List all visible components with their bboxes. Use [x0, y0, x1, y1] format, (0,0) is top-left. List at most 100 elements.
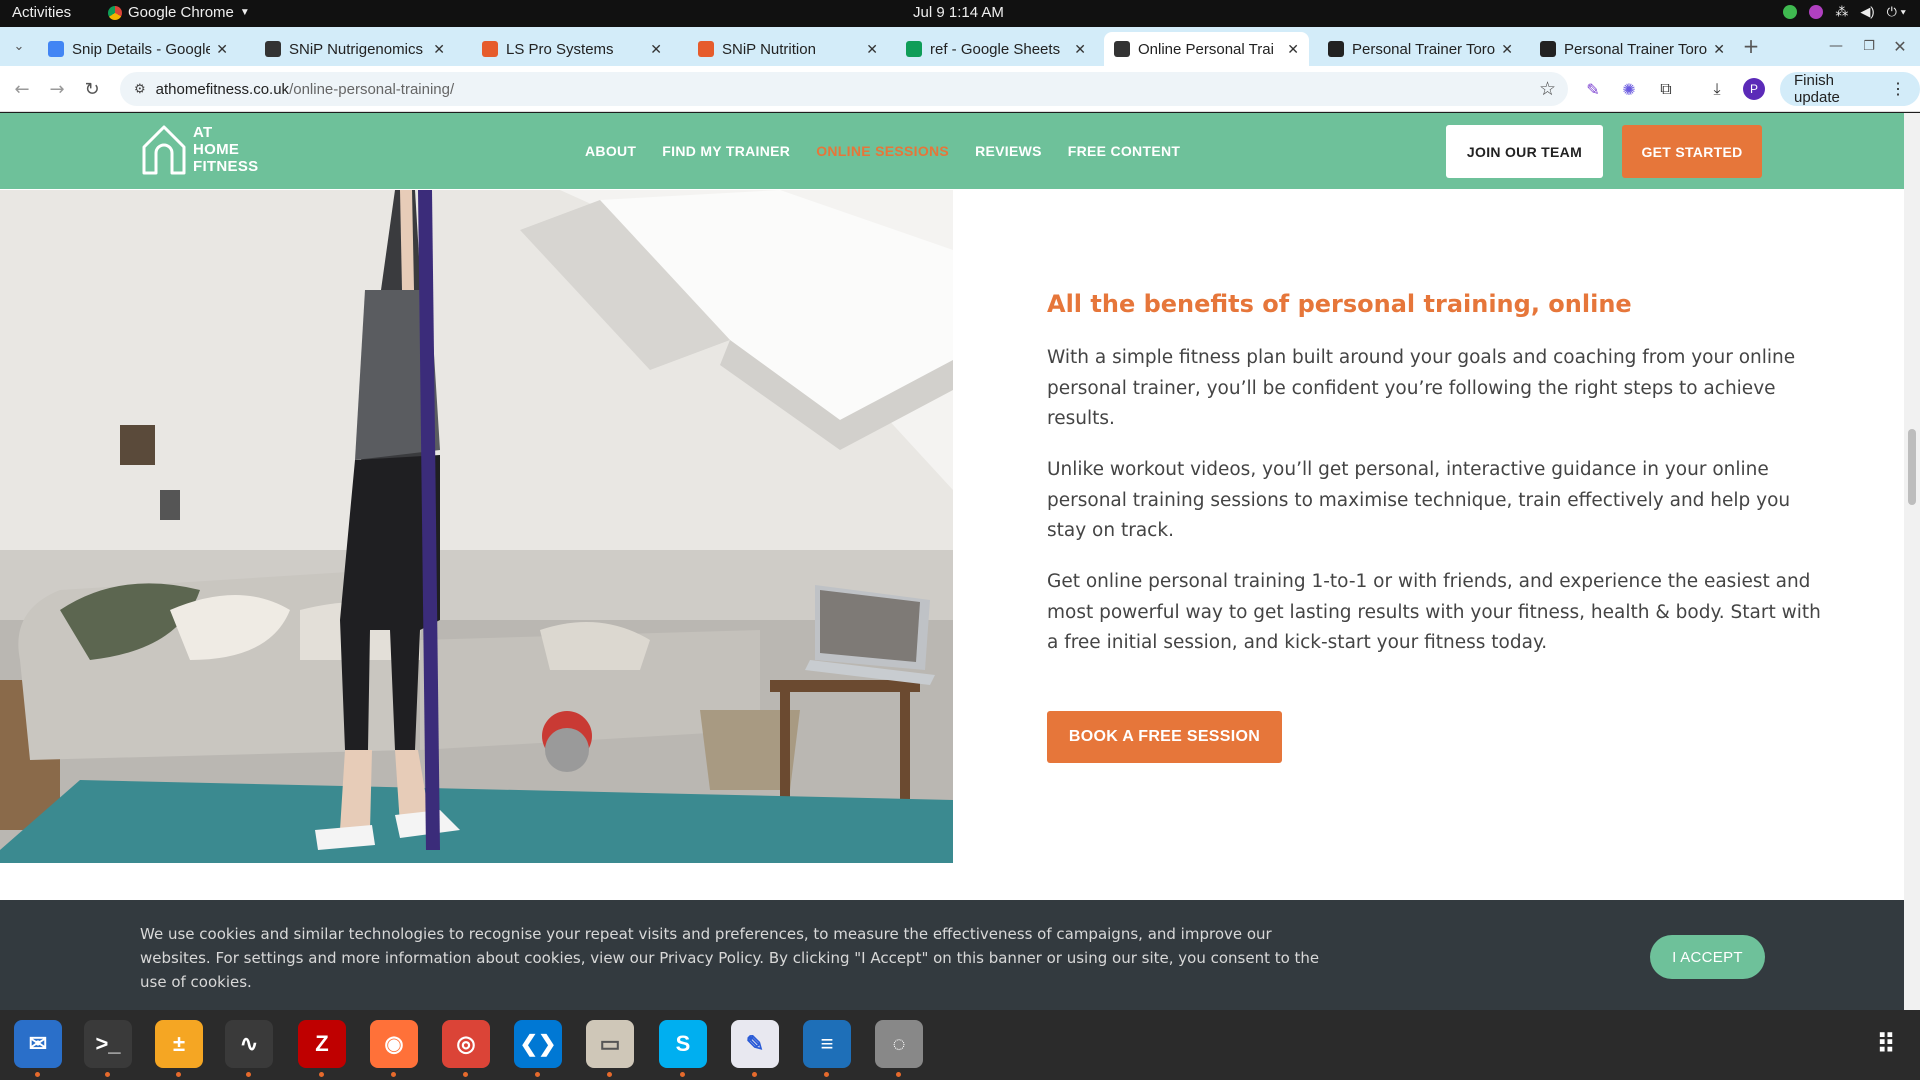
close-tab-icon[interactable]: ✕ — [1287, 41, 1299, 58]
logo-text: AT HOME FITNESS — [193, 124, 258, 175]
accept-cookies-button[interactable]: I ACCEPT — [1650, 935, 1765, 979]
athome-icon — [1114, 41, 1130, 57]
snip-icon — [265, 41, 281, 57]
tab-title: ref - Google Sheets — [930, 40, 1061, 58]
nav-item-online-sessions[interactable]: ONLINE SESSIONS — [816, 143, 949, 159]
close-tab-icon[interactable]: ✕ — [1501, 41, 1513, 58]
nav-item-free-content[interactable]: FREE CONTENT — [1068, 143, 1181, 159]
tab-search-icon[interactable]: ⌄ — [6, 33, 32, 59]
caret-down-icon: ▼ — [239, 7, 250, 18]
finish-update-button[interactable]: Finish update ⋮ — [1780, 72, 1920, 106]
network-icon: ⁂ — [1835, 4, 1849, 19]
power-icon: ⏻ ▾ — [1886, 4, 1906, 19]
tab-title: LS Pro Systems — [506, 40, 614, 58]
chrome-small-icon — [108, 5, 122, 20]
system-tray[interactable]: ⁂ ◀) ⏻ ▾ — [1783, 4, 1906, 20]
house-logo-icon — [142, 125, 186, 175]
back-icon[interactable]: ← — [9, 76, 35, 102]
running-indicator — [319, 1072, 324, 1077]
tab-5[interactable]: Online Personal Trai ✕ — [1104, 32, 1309, 66]
terminal-icon[interactable]: >_ — [84, 1020, 132, 1068]
paragraph-get-started: Get online personal training 1-to-1 or w… — [1047, 571, 1821, 653]
tab-6[interactable]: Personal Trainer Toro ✕ — [1318, 32, 1523, 66]
close-tab-icon[interactable]: ✕ — [1713, 41, 1725, 58]
running-indicator — [176, 1072, 181, 1077]
running-indicator — [752, 1072, 757, 1077]
files-icon[interactable]: ▭ — [586, 1020, 634, 1068]
restore-icon[interactable]: ❐ — [1856, 33, 1882, 59]
hero-photo — [0, 190, 953, 863]
book-free-session-button[interactable]: BOOK A FREE SESSION — [1047, 711, 1282, 763]
running-indicator — [680, 1072, 685, 1077]
running-indicator — [105, 1072, 110, 1077]
chrome-icon[interactable]: ◎ — [442, 1020, 490, 1068]
writer-icon[interactable]: ≡ — [803, 1020, 851, 1068]
calculator-icon[interactable]: ± — [155, 1020, 203, 1068]
firefox-icon[interactable]: ◉ — [370, 1020, 418, 1068]
url-domain: athomefitness.co.uk — [155, 80, 290, 98]
close-window-icon[interactable]: ✕ — [1887, 33, 1913, 59]
app-menu[interactable]: Google Chrome ▼ — [108, 4, 250, 21]
sparkle-extension-icon[interactable]: ✺ — [1618, 78, 1640, 100]
close-tab-icon[interactable]: ✕ — [1074, 41, 1086, 58]
running-indicator — [607, 1072, 612, 1077]
dock: ✉ >_ ± ∿ Z ◉ ◎ ❮❯ ▭ S ✎ ≡ ◌ ⠿ — [0, 1010, 1920, 1080]
running-indicator — [35, 1072, 40, 1077]
page-scrollbar[interactable] — [1904, 113, 1920, 1010]
running-indicator — [246, 1072, 251, 1077]
show-apps-grid-icon[interactable]: ⠿ — [1862, 1020, 1910, 1068]
close-tab-icon[interactable]: ✕ — [866, 41, 878, 58]
site-logo[interactable]: AT HOME FITNESS — [141, 123, 258, 175]
nav-item-about[interactable]: ABOUT — [585, 143, 636, 159]
address-bar[interactable]: ⚙ athomefitness.co.uk/online-personal-tr… — [120, 72, 1568, 106]
forward-icon[interactable]: → — [44, 76, 70, 102]
tab-title: Snip Details - Google — [72, 40, 211, 58]
tab-7[interactable]: Personal Trainer Toro ✕ — [1530, 32, 1735, 66]
kebab-menu-icon: ⋮ — [1890, 81, 1906, 98]
nav-item-find-my-trainer[interactable]: FIND MY TRAINER — [662, 143, 790, 159]
tab-strip: ⌄ Snip Details - Google ✕ SNiP Nutrigenomi… — [0, 27, 1920, 66]
bookmark-star-icon[interactable]: ☆ — [1539, 78, 1556, 101]
tab-2[interactable]: LS Pro Systems ✕ — [472, 32, 672, 66]
skype-icon[interactable]: S — [659, 1020, 707, 1068]
app-menu-label: Google Chrome — [128, 4, 234, 21]
profile-avatar[interactable]: P — [1743, 78, 1765, 100]
nav-item-reviews[interactable]: REVIEWS — [975, 143, 1042, 159]
thunderbird-icon[interactable]: ✉ — [14, 1020, 62, 1068]
vscode-icon[interactable]: ❮❯ — [514, 1020, 562, 1068]
fs-icon — [1328, 41, 1344, 57]
close-tab-icon[interactable]: ✕ — [650, 41, 662, 58]
disk-icon[interactable]: ◌ — [875, 1020, 923, 1068]
tab-4[interactable]: ref - Google Sheets ✕ — [896, 32, 1096, 66]
logo-line-3: FITNESS — [193, 157, 259, 175]
running-indicator — [463, 1072, 468, 1077]
tab-title: SNiP Nutrigenomics — [289, 40, 423, 58]
volume-icon: ◀) — [1860, 4, 1875, 19]
get-started-button[interactable]: GET STARTED — [1622, 125, 1762, 178]
text-editor-icon[interactable]: ✎ — [731, 1020, 779, 1068]
minimize-icon[interactable]: — — [1823, 33, 1849, 59]
clock[interactable]: Jul 9 1:14 AM — [913, 4, 1004, 21]
tab-3[interactable]: SNiP Nutrition ✕ — [688, 32, 888, 66]
close-tab-icon[interactable]: ✕ — [433, 41, 445, 58]
snip-nutrition-icon — [698, 41, 714, 57]
activities-button[interactable]: Activities — [12, 4, 71, 21]
extensions-puzzle-icon[interactable]: ⧉ — [1655, 78, 1677, 100]
site-header: AT HOME FITNESS ABOUT FIND MY TRAINER ONLI… — [0, 113, 1904, 189]
join-our-team-button[interactable]: JOIN OUR TEAM — [1446, 125, 1603, 178]
living-room-workout-photo — [0, 190, 953, 863]
tab-0[interactable]: Snip Details - Google ✕ — [38, 32, 238, 66]
close-tab-icon[interactable]: ✕ — [216, 41, 228, 58]
scrollbar-thumb[interactable] — [1908, 429, 1916, 505]
filezilla-icon[interactable]: Z — [298, 1020, 346, 1068]
site-info-icon[interactable]: ⚙ — [134, 81, 146, 97]
system-monitor-icon[interactable]: ∿ — [225, 1020, 273, 1068]
logo-line-2: HOME — [193, 140, 240, 158]
new-tab-icon[interactable]: + — [1738, 33, 1764, 59]
tab-title: Personal Trainer Toro — [1564, 40, 1708, 58]
tab-1[interactable]: SNiP Nutrigenomics ✕ — [255, 32, 455, 66]
pen-extension-icon[interactable]: ✎ — [1582, 78, 1604, 100]
cookie-banner: We use cookies and similar technologies … — [0, 900, 1904, 1010]
reload-icon[interactable]: ↻ — [79, 76, 105, 102]
download-icon[interactable]: ⤓ — [1706, 78, 1728, 100]
